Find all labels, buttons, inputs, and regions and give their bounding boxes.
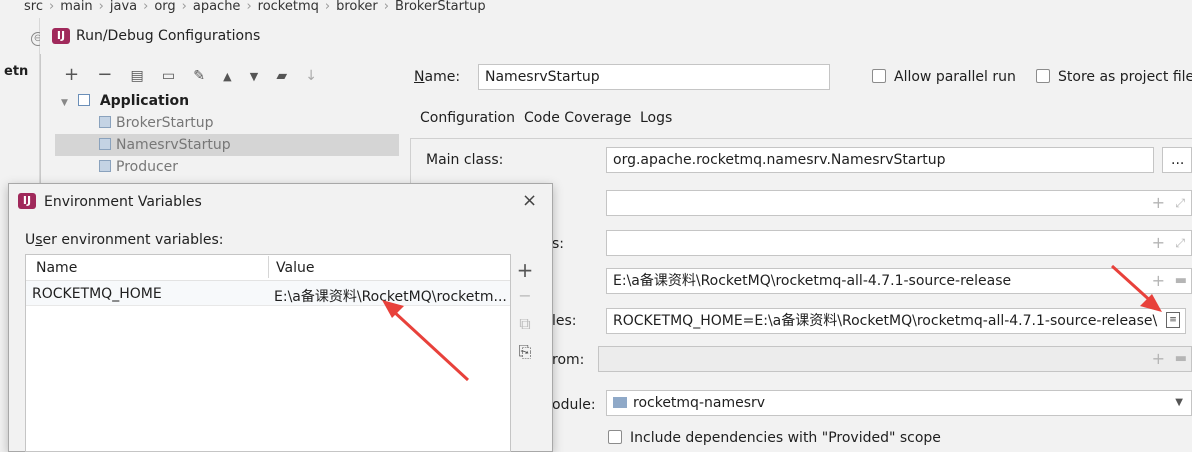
annotation-arrows [382,264,1162,382]
arrow-to-edit-env-icon [1110,264,1162,312]
arrow-to-env-value [382,300,470,382]
